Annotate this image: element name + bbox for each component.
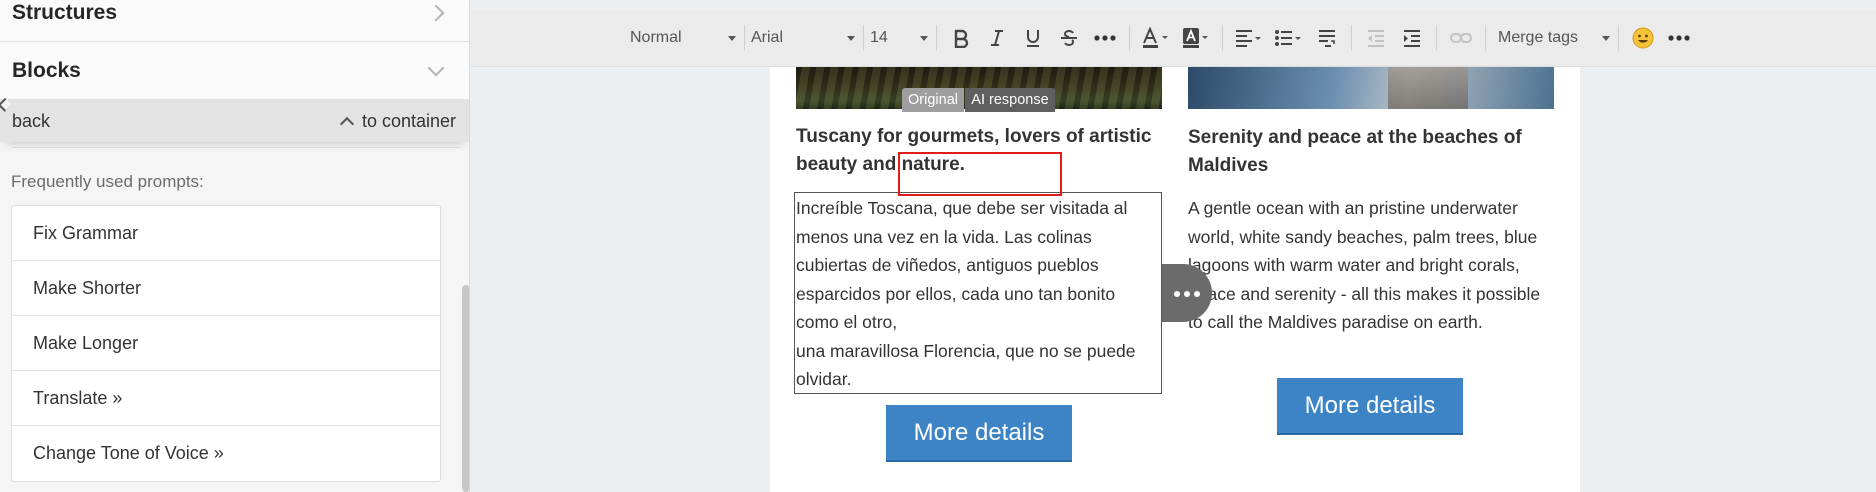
font-value: Arial [751, 29, 784, 46]
maldives-image[interactable] [1188, 67, 1554, 109]
text-color-button[interactable] [1136, 20, 1176, 56]
divider [12, 147, 460, 148]
underline-button[interactable] [1015, 20, 1051, 56]
prompt-make-shorter[interactable]: Make Shorter [12, 261, 440, 316]
align-button[interactable] [1229, 20, 1269, 56]
outdent-button[interactable] [1358, 20, 1394, 56]
toolbar-separator [1618, 25, 1619, 51]
emoji-button[interactable] [1625, 20, 1661, 56]
maldives-text[interactable]: A gentle ocean with an pristine underwat… [1188, 194, 1548, 337]
blocks-section[interactable]: Blocks [0, 42, 469, 100]
prompt-make-longer[interactable]: Make Longer [12, 316, 440, 371]
maldives-more-details-button[interactable]: More details [1277, 378, 1463, 435]
merge-tags-label: Merge tags [1498, 29, 1579, 46]
caret-down-icon [847, 35, 855, 41]
list-button[interactable] [1269, 20, 1309, 56]
more-dots-icon [1094, 35, 1116, 41]
caret-down-icon [920, 35, 928, 41]
caret-down-icon [1602, 35, 1610, 41]
toolbar-separator [1222, 25, 1223, 51]
ai-text-paragraph: Increíble Toscana, que debe ser visitada… [796, 198, 1128, 332]
italic-icon [991, 30, 1003, 46]
chevron-left-icon [0, 97, 13, 113]
blocks-title: Blocks [12, 58, 81, 82]
back-button[interactable]: back [0, 97, 51, 132]
tuscany-more-details-button[interactable]: More details [886, 405, 1072, 462]
ai-response-text[interactable]: Increíble Toscana, que debe ser visitada… [796, 194, 1158, 394]
more-dots-icon [1668, 35, 1690, 41]
background-color-icon [1183, 28, 1208, 48]
indent-icon [1404, 30, 1420, 47]
outdent-icon [1368, 30, 1384, 47]
prompt-fix-grammar[interactable]: Fix Grammar [12, 206, 440, 261]
ai-text-paragraph: una maravillosa Florencia, que no se pue… [796, 340, 1136, 390]
font-size-select[interactable]: 14 [870, 29, 928, 47]
text-color-icon [1143, 27, 1168, 48]
link-icon [1450, 33, 1472, 43]
bold-button[interactable] [943, 20, 979, 56]
bulleted-list-icon [1275, 30, 1301, 46]
panel-scrollbar[interactable] [462, 285, 469, 492]
toolbar-separator [1129, 25, 1130, 51]
settings-panel: Structures Blocks back to container Freq… [0, 0, 470, 492]
more-formatting-button[interactable] [1087, 20, 1123, 56]
indent-button[interactable] [1394, 20, 1430, 56]
font-select[interactable]: Arial [751, 29, 855, 47]
strikethrough-button[interactable] [1051, 20, 1087, 56]
structures-section[interactable]: Structures [0, 0, 469, 42]
maldives-heading[interactable]: Serenity and peace at the beaches of Mal… [1188, 124, 1548, 180]
toolbar-separator [863, 25, 864, 51]
structures-title: Structures [12, 0, 118, 24]
panel-navbar: back to container [0, 97, 469, 142]
smiley-icon [1632, 27, 1654, 49]
merge-tags-select[interactable]: Merge tags [1498, 29, 1610, 47]
chevron-down-icon [427, 59, 445, 76]
italic-button[interactable] [979, 20, 1015, 56]
tab-highlight [898, 152, 1062, 196]
prompts-list: Fix Grammar Make Shorter Make Longer Tra… [11, 205, 441, 482]
line-spacing-icon [1319, 30, 1335, 47]
link-button[interactable] [1443, 20, 1479, 56]
underline-icon [1027, 30, 1039, 47]
toolbar-separator [744, 25, 745, 51]
prompt-translate[interactable]: Translate » [12, 371, 440, 426]
toolbar-separator [1485, 25, 1486, 51]
to-container-label: to container [361, 110, 456, 131]
caret-down-icon [728, 35, 736, 41]
to-container-button[interactable]: to container [339, 110, 456, 132]
back-label: back [12, 110, 51, 131]
more-options-button[interactable] [1661, 20, 1697, 56]
bold-icon [954, 29, 969, 48]
strikethrough-icon [1061, 29, 1077, 47]
prompts-heading: Frequently used prompts: [11, 172, 204, 191]
chevron-up-icon [339, 116, 355, 132]
chevron-right-icon [427, 4, 445, 21]
background-color-button[interactable] [1176, 20, 1216, 56]
tab-ai-response[interactable]: AI response [965, 88, 1055, 112]
font-size-value: 14 [870, 29, 888, 46]
format-value: Normal [630, 29, 682, 46]
align-left-icon [1236, 30, 1261, 47]
line-spacing-button[interactable] [1309, 20, 1345, 56]
toolbar-separator [936, 25, 937, 51]
more-dots-icon [1172, 284, 1202, 302]
tab-original[interactable]: Original [902, 88, 964, 112]
prompt-change-tone[interactable]: Change Tone of Voice » [12, 426, 440, 481]
toolbar-separator [1351, 25, 1352, 51]
text-format-toolbar: Normal Arial 14 Merge tags [471, 10, 1876, 67]
format-select[interactable]: Normal [630, 29, 736, 47]
toolbar-separator [1436, 25, 1437, 51]
